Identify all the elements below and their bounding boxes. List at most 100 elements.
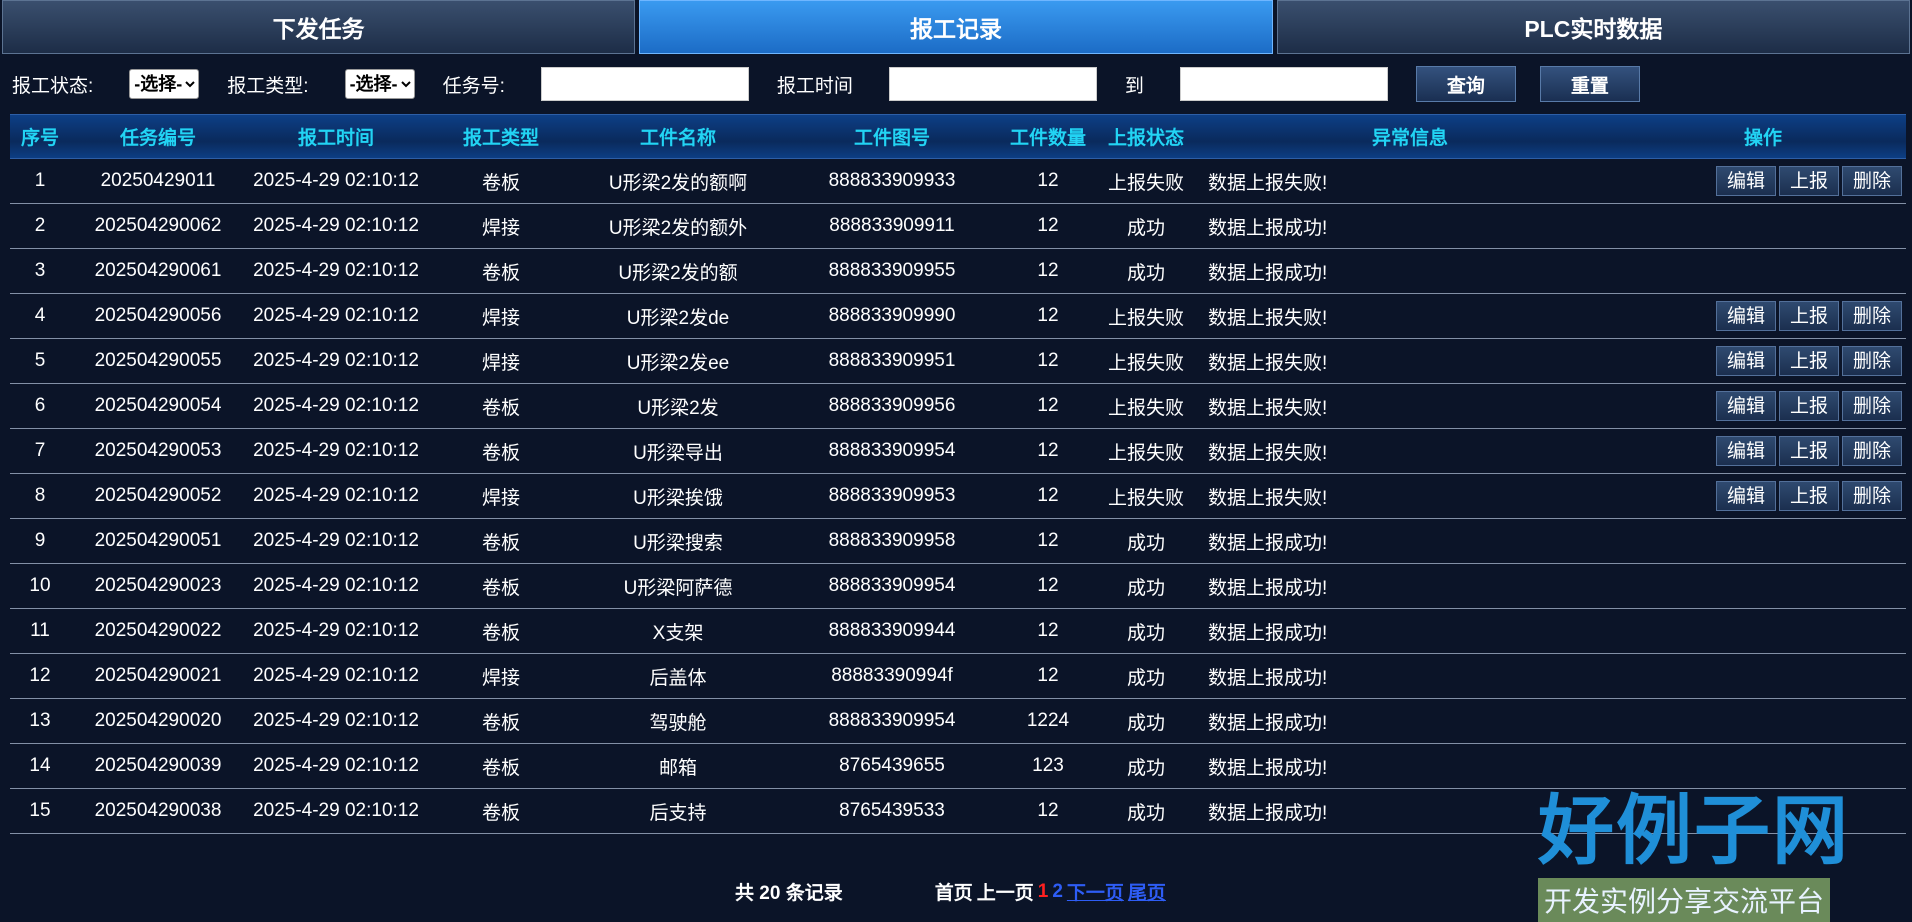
cell-no: 8 <box>34 485 46 506</box>
edit-button[interactable]: 编辑 <box>1716 391 1776 421</box>
column-header: 异常信息 <box>1200 114 1620 159</box>
cell-qty: 12 <box>1037 620 1059 641</box>
cell-actions: 编辑 上报 删除 <box>1620 159 1906 204</box>
report-button[interactable]: 上报 <box>1779 346 1839 376</box>
cell-name: U形梁阿萨德 <box>623 577 733 599</box>
cell-drawing: 888833909958 <box>828 530 956 551</box>
cell-type: 焊接 <box>481 307 520 329</box>
cell-status: 成功 <box>1126 802 1165 824</box>
cell-msg: 数据上报失败! <box>1208 307 1328 329</box>
cell-actions: 编辑 上报 删除 <box>1620 384 1906 429</box>
cell-no: 12 <box>29 665 51 686</box>
cell-type: 卷板 <box>481 712 520 734</box>
delete-button[interactable]: 删除 <box>1842 481 1902 511</box>
cell-msg: 数据上报失败! <box>1208 487 1328 509</box>
cell-qty: 12 <box>1037 800 1059 821</box>
cell-time: 2025-4-29 02:10:12 <box>253 170 419 191</box>
cell-no: 5 <box>34 350 46 371</box>
cell-type: 焊接 <box>481 217 520 239</box>
cell-time: 2025-4-29 02:10:12 <box>253 575 419 596</box>
cell-time: 2025-4-29 02:10:12 <box>253 800 419 821</box>
cell-no: 6 <box>34 395 46 416</box>
tab-work-report[interactable]: 报工记录 <box>639 0 1273 54</box>
cell-task: 202504290020 <box>94 710 222 731</box>
cell-qty: 12 <box>1037 260 1059 281</box>
cell-msg: 数据上报成功! <box>1208 622 1328 644</box>
time-end-input[interactable] <box>1179 67 1388 101</box>
report-button[interactable]: 上报 <box>1779 481 1839 511</box>
cell-qty: 12 <box>1037 395 1059 416</box>
cell-status: 成功 <box>1126 667 1165 689</box>
status-select[interactable]: -选择- <box>129 69 200 99</box>
cell-drawing: 888833909911 <box>829 215 955 236</box>
table-row: 6 202504290054 2025-4-29 02:10:12 卷板 U形梁2发 88… <box>10 384 1906 429</box>
delete-button[interactable]: 删除 <box>1842 391 1902 421</box>
reset-button[interactable]: 重置 <box>1539 66 1640 102</box>
type-select[interactable]: -选择- <box>344 69 415 99</box>
cell-drawing: 8765439533 <box>839 800 945 821</box>
report-button[interactable]: 上报 <box>1779 301 1839 331</box>
page-2-link[interactable]: 2 <box>1052 881 1063 903</box>
watermark-title: 好例子网 <box>1538 789 1850 874</box>
cell-task: 202504290061 <box>94 260 222 281</box>
cell-name: U形梁2发ee <box>626 352 730 374</box>
edit-button[interactable]: 编辑 <box>1716 481 1776 511</box>
tab-dispatch-task[interactable]: 下发任务 <box>2 0 636 54</box>
prev-page-link[interactable]: 上一页 <box>977 878 1034 905</box>
cell-drawing: 888833909954 <box>828 575 956 596</box>
cell-status: 上报失败 <box>1107 397 1184 419</box>
time-label: 报工时间 <box>776 75 853 97</box>
edit-button[interactable]: 编辑 <box>1716 436 1776 466</box>
task-input[interactable] <box>540 67 749 101</box>
report-button[interactable]: 上报 <box>1779 391 1839 421</box>
cell-name: 后盖体 <box>649 667 707 689</box>
table-row: 14 202504290039 2025-4-29 02:10:12 卷板 邮箱 8765… <box>10 744 1906 789</box>
delete-button[interactable]: 删除 <box>1842 301 1902 331</box>
cell-msg: 数据上报成功! <box>1208 217 1328 239</box>
cell-type: 焊接 <box>481 667 520 689</box>
column-header: 工件图号 <box>780 114 1004 159</box>
cell-time: 2025-4-29 02:10:12 <box>253 350 419 371</box>
delete-button[interactable]: 删除 <box>1842 436 1902 466</box>
cell-msg: 数据上报成功! <box>1208 667 1328 689</box>
cell-msg: 数据上报成功! <box>1208 757 1328 779</box>
last-page-link[interactable]: 尾页 <box>1128 878 1166 905</box>
filter-bar: 报工状态: -选择- 报工类型: -选择- 任务号: 报工时间 到 查询 重置 <box>0 54 1912 114</box>
cell-type: 焊接 <box>481 352 520 374</box>
delete-button[interactable]: 删除 <box>1842 346 1902 376</box>
status-label: 报工状态: <box>12 75 94 97</box>
tab-bar: 下发任务 报工记录 PLC实时数据 <box>0 0 1912 54</box>
report-button[interactable]: 上报 <box>1779 166 1839 196</box>
first-page-link[interactable]: 首页 <box>935 878 973 905</box>
query-button[interactable]: 查询 <box>1415 66 1516 102</box>
cell-status: 成功 <box>1126 577 1165 599</box>
report-button[interactable]: 上报 <box>1779 436 1839 466</box>
cell-time: 2025-4-29 02:10:12 <box>253 395 419 416</box>
edit-button[interactable]: 编辑 <box>1716 301 1776 331</box>
time-start-input[interactable] <box>888 67 1097 101</box>
cell-status: 成功 <box>1126 217 1165 239</box>
cell-actions: 编辑 上报 删除 <box>1620 339 1906 384</box>
cell-qty: 12 <box>1037 575 1059 596</box>
next-page-link[interactable]: 下一页 <box>1067 878 1124 905</box>
table-row: 12 202504290021 2025-4-29 02:10:12 焊接 后盖体 888… <box>10 654 1906 699</box>
cell-name: U形梁2发的额外 <box>608 217 748 239</box>
table-row: 5 202504290055 2025-4-29 02:10:12 焊接 U形梁2发ee… <box>10 339 1906 384</box>
cell-status: 上报失败 <box>1107 352 1184 374</box>
current-page: 1 <box>1037 880 1049 902</box>
cell-task: 202504290053 <box>94 440 222 461</box>
edit-button[interactable]: 编辑 <box>1716 166 1776 196</box>
cell-qty: 12 <box>1037 170 1059 191</box>
cell-task: 202504290056 <box>94 305 222 326</box>
cell-status: 上报失败 <box>1107 442 1184 464</box>
edit-button[interactable]: 编辑 <box>1716 346 1776 376</box>
delete-button[interactable]: 删除 <box>1842 166 1902 196</box>
cell-status: 成功 <box>1126 262 1165 284</box>
cell-type: 卷板 <box>481 262 520 284</box>
cell-time: 2025-4-29 02:10:12 <box>253 305 419 326</box>
cell-status: 上报失败 <box>1107 172 1184 194</box>
cell-type: 卷板 <box>481 622 520 644</box>
cell-no: 4 <box>34 305 46 326</box>
tab-plc-realtime[interactable]: PLC实时数据 <box>1276 0 1910 54</box>
column-header: 工件名称 <box>576 114 780 159</box>
